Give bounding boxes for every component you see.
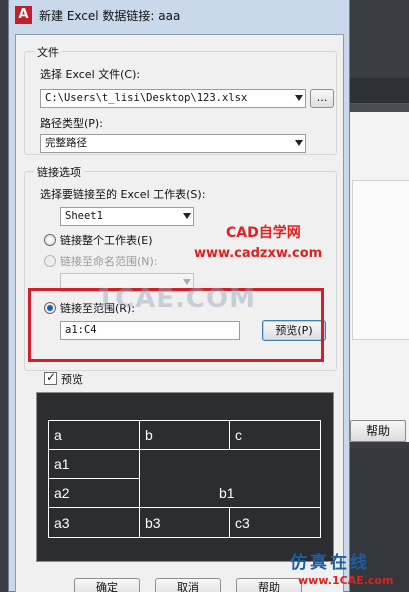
preview-cell-c3: c3 <box>235 515 250 531</box>
preview-cell-b: b <box>145 427 153 443</box>
preview-cell-b3: b3 <box>145 515 161 531</box>
choose-excel-file-label: 选择 Excel 文件(C): <box>40 68 141 81</box>
file-group-title: 文件 <box>34 44 62 60</box>
preview-cell-a3: a3 <box>54 515 70 531</box>
cancel-button[interactable]: 取消 <box>155 578 221 592</box>
preview-cell-c: c <box>235 427 242 443</box>
preview-pane: a b c a1 b1 a2 a3 b3 c3 <box>36 392 334 562</box>
link-named-range-radio <box>44 255 56 267</box>
link-named-range-label: 链接至命名范围(N): <box>60 255 158 268</box>
preview-cell-a2: a2 <box>54 485 70 501</box>
path-type-value: 完整路径 <box>45 137 87 149</box>
preview-cell-a1: a1 <box>54 456 70 472</box>
preview-cell-a: a <box>54 427 62 443</box>
preview-checkbox-label[interactable]: 预览 <box>61 371 83 387</box>
link-entire-sheet-label[interactable]: 链接整个工作表(E) <box>60 232 153 248</box>
watermark-1cae: 1CAE.COM <box>96 284 256 314</box>
preview-table-grid <box>48 420 321 538</box>
excel-file-path-value: C:\Users\t_lisi\Desktop\123.xlsx <box>45 92 248 104</box>
checkmark-icon: ✓ <box>46 370 57 384</box>
link-entire-sheet-radio[interactable] <box>44 234 56 246</box>
browse-button[interactable]: ... <box>310 89 334 108</box>
dialog-title: 新建 Excel 数据链接: aaa <box>39 9 181 23</box>
background-toolbar-divider <box>346 104 409 112</box>
chevron-down-icon[interactable] <box>295 140 303 146</box>
watermark-cad-title: CAD自学网 <box>226 225 301 241</box>
preview-table: a b c a1 b1 a2 a3 b3 c3 <box>48 420 321 538</box>
chevron-down-icon[interactable] <box>183 213 191 219</box>
autocad-app-icon: A <box>15 6 32 24</box>
background-toolbar <box>346 78 409 104</box>
ok-button[interactable]: 确定 <box>74 578 140 592</box>
dialog-titlebar[interactable]: A 新建 Excel 数据链接: aaa <box>9 0 349 34</box>
link-options-title: 链接选项 <box>34 164 84 180</box>
logo-url-text: www.1CAE.com <box>298 574 394 587</box>
path-type-label: 路径类型(P): <box>40 117 103 130</box>
watermark-cad-url: www.cadzxw.com <box>194 246 323 261</box>
worksheet-value: Sheet1 <box>65 210 103 222</box>
background-help-button[interactable]: 帮助 <box>350 420 406 442</box>
background-panel-content <box>352 180 409 340</box>
excel-file-path-combo[interactable]: C:\Users\t_lisi\Desktop\123.xlsx <box>40 89 306 108</box>
logo-main-text: 仿真在线 <box>290 553 370 573</box>
path-type-combo[interactable]: 完整路径 <box>40 134 306 153</box>
worksheet-combo[interactable]: Sheet1 <box>60 207 194 226</box>
preview-checkbox[interactable]: ✓ <box>44 370 57 385</box>
chevron-down-icon[interactable] <box>295 95 303 101</box>
worksheet-label: 选择要链接至的 Excel 工作表(S): <box>40 188 206 201</box>
site-logo: 仿真在线 www.1CAE.com <box>290 548 409 592</box>
preview-cell-b1: b1 <box>219 485 235 501</box>
